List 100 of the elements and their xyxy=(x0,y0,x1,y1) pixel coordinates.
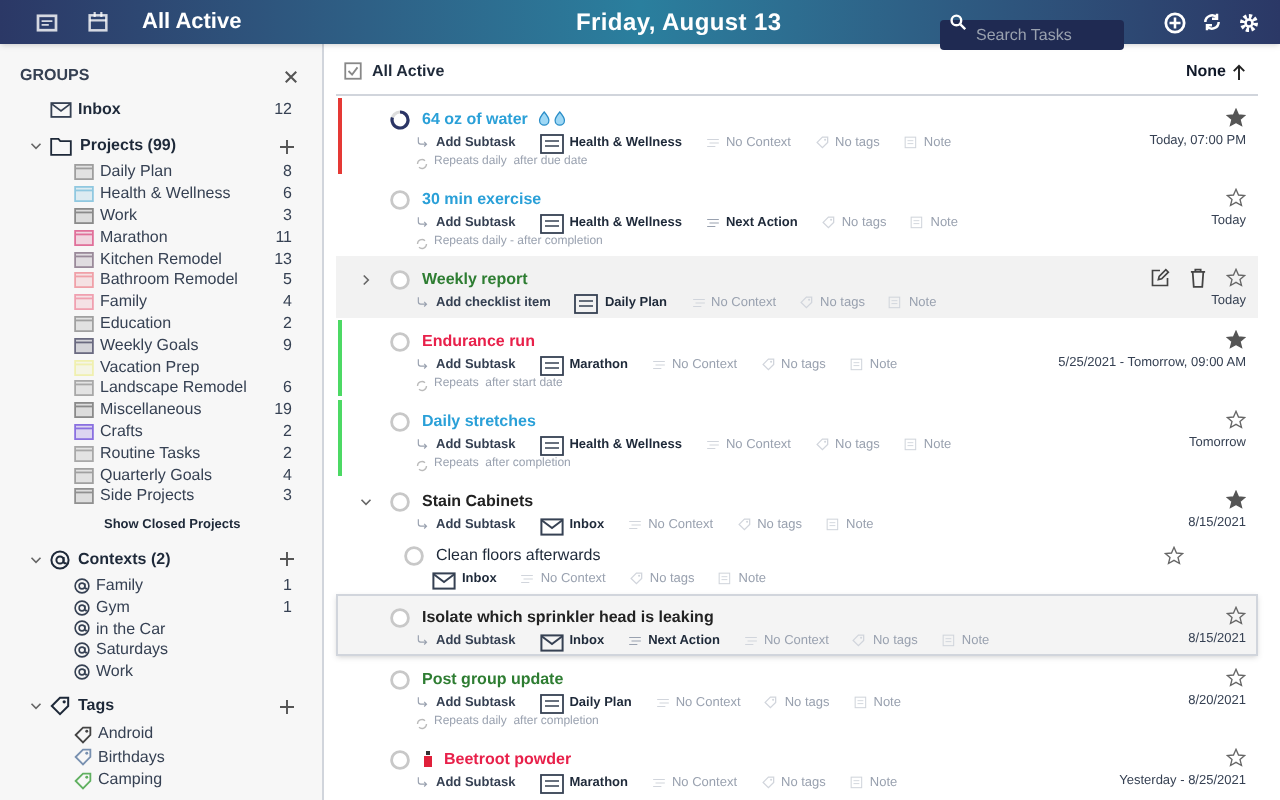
star-icon[interactable] xyxy=(1226,187,1246,207)
task-title[interactable]: Clean floors afterwards xyxy=(436,543,601,567)
item-count: 8 xyxy=(283,160,292,185)
item-count: 1 xyxy=(283,573,292,598)
chevron-right-icon[interactable] xyxy=(360,274,372,286)
edit-icon[interactable] xyxy=(1150,267,1170,287)
sidebar-item[interactable]: Kitchen Remodel 13 xyxy=(0,248,322,270)
context-icon xyxy=(705,136,720,150)
task-title[interactable]: Post group update xyxy=(422,667,564,691)
task-title[interactable]: Beetroot powder xyxy=(444,747,572,771)
note-icon xyxy=(910,216,925,230)
add-icon[interactable] xyxy=(280,552,294,566)
note-icon xyxy=(826,518,841,532)
project-icon xyxy=(539,773,564,793)
sidebar-item[interactable]: Camping xyxy=(0,768,322,792)
star-filled-icon[interactable] xyxy=(1226,329,1246,349)
checkbox-circle-icon[interactable] xyxy=(390,491,410,511)
envelope-icon xyxy=(432,569,456,589)
item-count: 6 xyxy=(283,182,292,207)
list-icon[interactable] xyxy=(36,13,58,31)
sidebar-item[interactable]: Android xyxy=(0,722,322,746)
checkbox-circle-icon[interactable] xyxy=(390,669,410,689)
context-icon xyxy=(520,572,535,586)
context-icon xyxy=(705,438,720,452)
section-header[interactable]: Contexts (2) xyxy=(78,547,171,571)
task-title[interactable]: Endurance run xyxy=(422,329,535,353)
sidebar-item[interactable]: Weekly Goals 9 xyxy=(0,334,322,357)
checkbox-circle-icon[interactable] xyxy=(390,749,410,769)
star-icon[interactable] xyxy=(1226,409,1246,429)
checkbox-circle-icon[interactable] xyxy=(390,189,410,209)
sidebar-item[interactable]: Vacation Prep xyxy=(0,356,322,378)
item-count: 2 xyxy=(283,441,292,466)
section-header[interactable]: Tags xyxy=(78,694,115,719)
note-icon xyxy=(888,296,903,310)
sidebar-item[interactable]: Miscellaneous 19 xyxy=(0,399,322,422)
star-icon[interactable] xyxy=(1226,605,1246,625)
star-icon[interactable] xyxy=(1226,667,1246,687)
calendar-icon[interactable] xyxy=(88,12,108,32)
sidebar-item[interactable]: Work xyxy=(0,661,322,683)
item-count: 2 xyxy=(283,311,292,336)
sidebar-item[interactable]: Work 3 xyxy=(0,205,322,227)
sidebar-item[interactable]: Side Projects 3 xyxy=(0,485,322,508)
item-count: 4 xyxy=(283,290,292,315)
sidebar-item[interactable]: Bathroom Remodel 5 xyxy=(0,269,322,292)
sidebar-item[interactable]: in the Car xyxy=(0,618,322,640)
task-title[interactable]: Weekly report xyxy=(422,267,528,291)
tag-icon xyxy=(761,776,776,790)
repeat-icon xyxy=(416,157,428,169)
sidebar-item[interactable]: Family 1 xyxy=(0,575,322,597)
note-icon xyxy=(849,358,864,372)
sidebar-item[interactable]: Landscape Remodel 6 xyxy=(0,377,322,400)
chevron-down-icon[interactable] xyxy=(360,496,372,508)
task-title[interactable]: Stain Cabinets xyxy=(422,489,534,513)
star-icon[interactable] xyxy=(1226,267,1246,287)
task-title[interactable]: Isolate which sprinkler head is leaking xyxy=(422,605,714,629)
trash-icon[interactable] xyxy=(1190,267,1206,287)
star-icon[interactable] xyxy=(1226,747,1246,767)
sidebar-item[interactable]: Birthdays xyxy=(0,745,322,769)
item-count: 6 xyxy=(283,376,292,401)
progress-ring-icon[interactable] xyxy=(390,109,410,129)
checkbox-icon[interactable] xyxy=(344,62,362,80)
item-count: 13 xyxy=(274,247,292,272)
settings-icon[interactable] xyxy=(1238,11,1260,33)
search-field[interactable]: Search Tasks xyxy=(940,19,1124,49)
sidebar-item[interactable]: Inbox 12 xyxy=(0,92,322,128)
tag-icon xyxy=(800,296,815,310)
repeat-icon xyxy=(416,717,428,729)
sidebar-item[interactable]: Quarterly Goals 4 xyxy=(0,464,322,486)
sidebar-item[interactable]: Gym 1 xyxy=(0,596,322,619)
chevron-down-icon[interactable] xyxy=(30,140,42,152)
star-filled-icon[interactable] xyxy=(1226,107,1246,127)
sidebar-item[interactable]: Marathon 11 xyxy=(0,226,322,249)
checkbox-circle-icon[interactable] xyxy=(390,269,410,289)
project-icon xyxy=(574,293,599,313)
item-count: 9 xyxy=(283,333,292,358)
star-filled-icon[interactable] xyxy=(1226,489,1246,509)
sidebar-item[interactable]: Daily Plan 8 xyxy=(0,162,322,184)
subtask-icon xyxy=(416,136,430,150)
search-icon xyxy=(950,14,966,30)
add-icon[interactable] xyxy=(280,139,294,153)
close-icon[interactable] xyxy=(284,69,298,83)
sidebar-item[interactable]: Family 4 xyxy=(0,291,322,314)
checkbox-circle-icon[interactable] xyxy=(404,545,424,565)
sidebar-item[interactable]: Routine Tasks 2 xyxy=(0,442,322,465)
checkbox-circle-icon[interactable] xyxy=(390,411,410,431)
add-icon[interactable] xyxy=(280,699,294,714)
section-header[interactable]: Projects (99) xyxy=(80,134,177,158)
sidebar-item[interactable]: Crafts 2 xyxy=(0,421,322,443)
sort-button[interactable]: None xyxy=(1186,59,1246,83)
checkbox-circle-icon[interactable] xyxy=(390,331,410,351)
sidebar-item[interactable]: Health & Wellness 6 xyxy=(0,183,322,206)
star-icon[interactable] xyxy=(1164,546,1185,566)
checkbox-circle-icon[interactable] xyxy=(390,607,410,627)
sidebar-item[interactable]: Education 2 xyxy=(0,313,322,335)
chevron-down-icon[interactable] xyxy=(30,700,42,713)
sidebar-item[interactable]: Saturdays xyxy=(0,639,322,662)
chevron-down-icon[interactable] xyxy=(30,553,42,565)
repeat-icon xyxy=(416,459,428,471)
sync-icon[interactable] xyxy=(1202,12,1222,32)
tag-icon xyxy=(761,358,776,372)
